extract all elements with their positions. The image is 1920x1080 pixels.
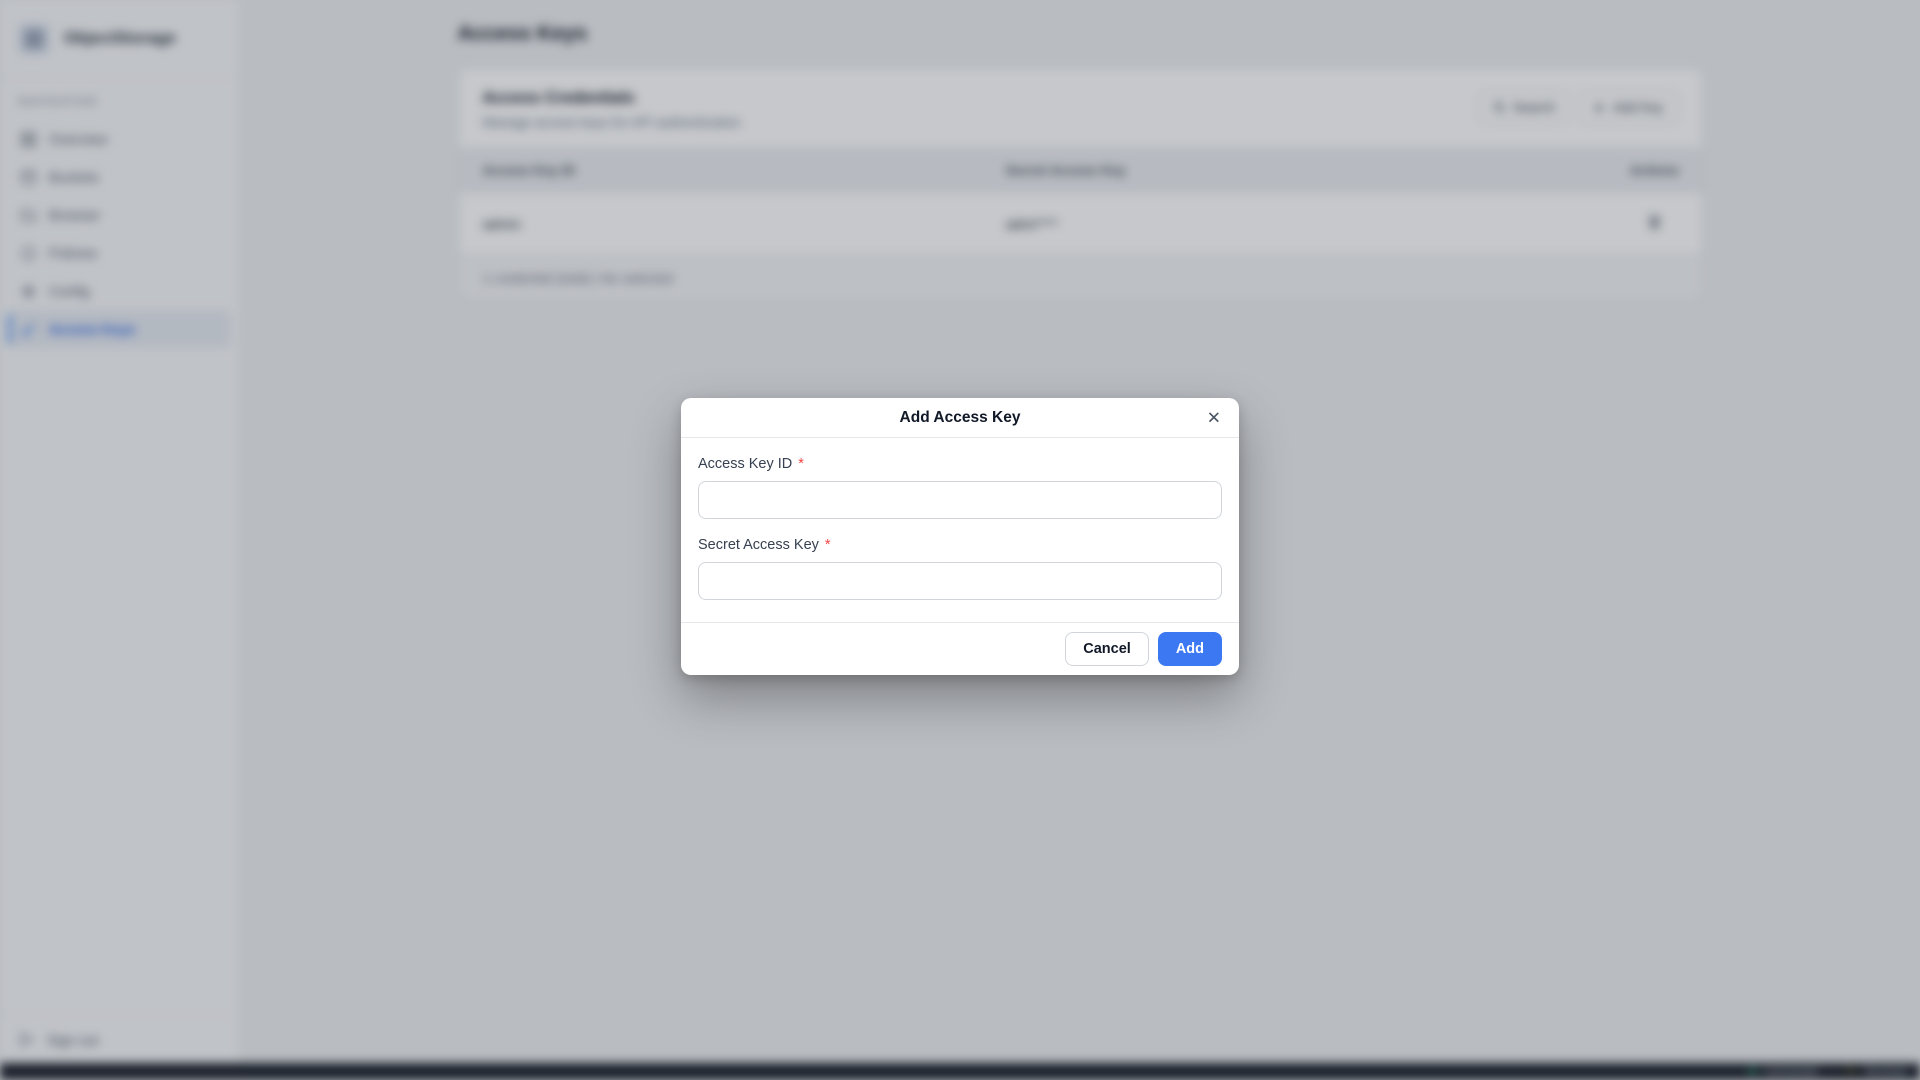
secret-access-key-label: Secret Access Key* — [698, 537, 1222, 553]
cancel-button[interactable]: Cancel — [1065, 632, 1149, 666]
required-marker: * — [825, 537, 831, 553]
add-button[interactable]: Add — [1158, 632, 1222, 666]
add-access-key-modal: Add Access Key ✕ Access Key ID* Secret A… — [681, 398, 1239, 675]
modal-title: Add Access Key — [900, 409, 1021, 427]
close-icon[interactable]: ✕ — [1203, 407, 1225, 428]
access-key-id-label: Access Key ID* — [698, 456, 1222, 472]
secret-access-key-field[interactable] — [698, 562, 1222, 600]
required-marker: * — [798, 456, 804, 472]
access-key-id-field[interactable] — [698, 481, 1222, 519]
